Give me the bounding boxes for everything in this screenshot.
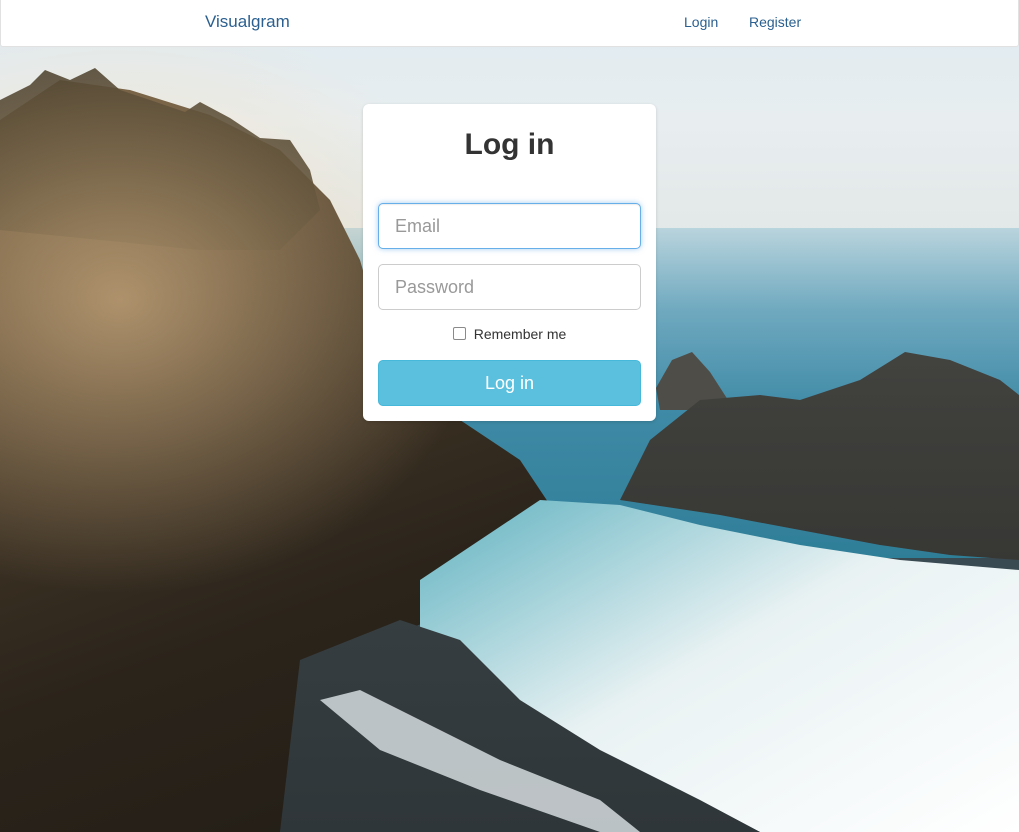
page: Visualgram Login Register Log in Remembe… [0,0,1019,832]
login-button[interactable]: Log in [378,360,641,406]
remember-me-checkbox[interactable] [452,327,466,340]
email-input[interactable] [378,203,641,249]
login-title: Log in [464,128,555,161]
brand-link[interactable]: Visualgram [205,12,290,32]
nav-login-link[interactable]: Login [684,14,718,30]
top-navbar: Visualgram Login Register [0,0,1019,47]
remember-me-label[interactable]: Remember me [474,326,567,342]
nav-register-link[interactable]: Register [749,14,801,30]
password-input[interactable] [378,264,641,310]
remember-me-row: Remember me [363,326,656,342]
login-card: Log in Remember me Log in [363,104,656,421]
